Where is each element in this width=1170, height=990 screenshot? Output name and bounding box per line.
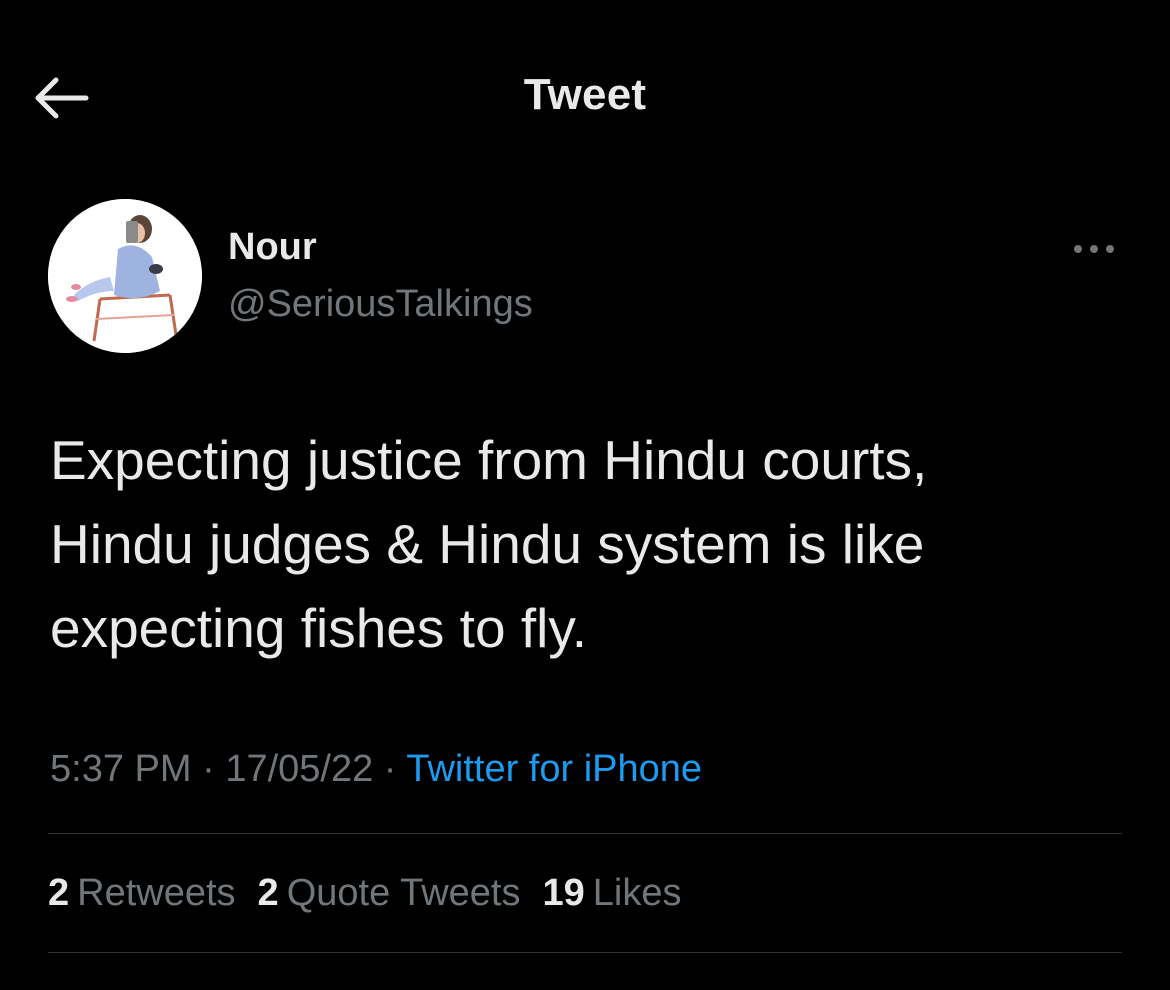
meta-separator: ·	[202, 748, 215, 790]
tweet-metadata: 5:37 PM · 17/05/22 · Twitter for iPhone	[50, 748, 702, 791]
author-name[interactable]: Nour	[228, 226, 317, 269]
author-handle[interactable]: @SeriousTalkings	[228, 283, 533, 326]
retweets-label: Retweets	[77, 872, 236, 914]
divider	[48, 952, 1122, 953]
quote-tweets-count: 2	[257, 872, 279, 914]
retweets-count: 2	[48, 872, 70, 914]
top-bar: Tweet	[0, 0, 1170, 190]
tweet-text: Expecting justice from Hindu courts, Hin…	[50, 429, 928, 659]
tweet-date[interactable]: 17/05/22	[225, 748, 373, 790]
avatar-illustration	[48, 199, 202, 353]
engagement-stats: 2 Retweets 2 Quote Tweets 19 Likes	[48, 872, 703, 915]
likes-label: Likes	[592, 872, 682, 914]
divider	[48, 833, 1122, 834]
quote-tweets-label: Quote Tweets	[286, 872, 521, 914]
more-horizontal-icon	[1074, 245, 1114, 253]
likes-stat[interactable]: 19 Likes	[542, 872, 681, 915]
page-title: Tweet	[523, 70, 647, 119]
meta-separator: ·	[383, 748, 397, 790]
likes-count: 19	[542, 872, 585, 914]
tweet-source-link[interactable]: Twitter for iPhone	[406, 748, 702, 790]
more-options-button[interactable]	[1066, 234, 1122, 264]
retweets-stat[interactable]: 2 Retweets	[48, 872, 236, 915]
tweet-time[interactable]: 5:37 PM	[50, 748, 192, 790]
quote-tweets-stat[interactable]: 2 Quote Tweets	[258, 872, 521, 915]
avatar[interactable]	[48, 199, 202, 353]
